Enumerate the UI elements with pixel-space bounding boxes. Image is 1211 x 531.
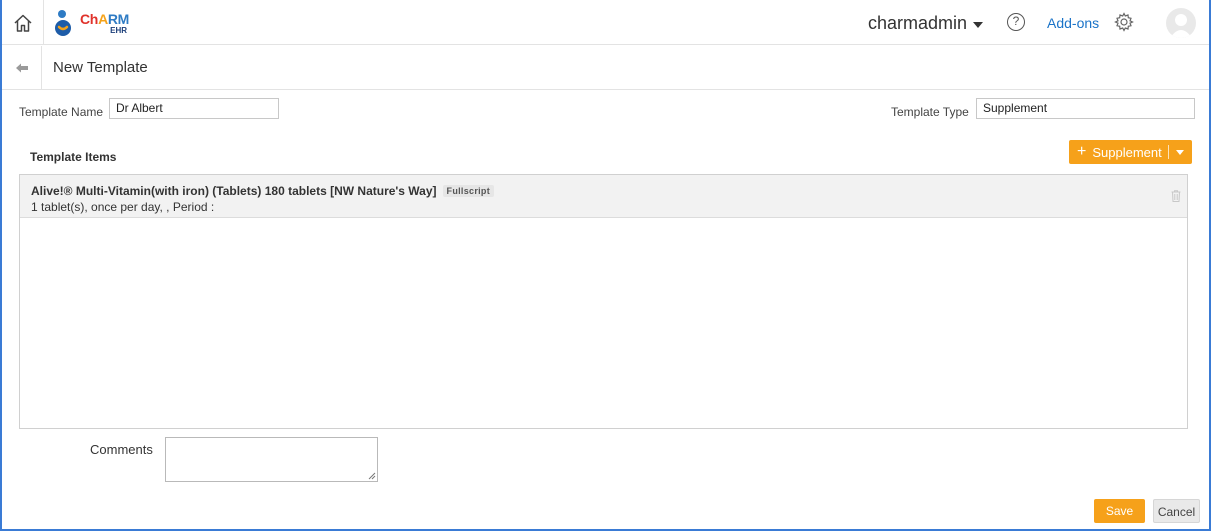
item-dosage: 1 tablet(s), once per day, , Period :	[31, 200, 215, 214]
comments-label: Comments	[90, 442, 153, 457]
comments-textarea[interactable]	[165, 437, 378, 482]
avatar[interactable]	[1166, 8, 1196, 38]
user-name: charmadmin	[868, 13, 968, 33]
save-button[interactable]: Save	[1094, 499, 1145, 523]
logo-text-rm: RM	[107, 10, 130, 27]
page-title: New Template	[53, 59, 148, 76]
top-navbar: ChARM EHR charmadmin ? Add-ons	[2, 0, 1209, 45]
add-supplement-button[interactable]: + Supplement	[1069, 140, 1192, 164]
charm-ehr-logo[interactable]: ChARM EHR	[52, 8, 129, 38]
cancel-button[interactable]: Cancel	[1153, 499, 1200, 523]
page-header: New Template	[2, 46, 1209, 90]
item-name: Alive!® Multi-Vitamin(with iron) (Tablet…	[31, 184, 437, 198]
trash-icon[interactable]	[1171, 190, 1181, 202]
addons-link[interactable]: Add-ons	[1047, 15, 1099, 31]
list-item[interactable]: Alive!® Multi-Vitamin(with iron) (Tablet…	[20, 175, 1187, 218]
user-avatar-icon	[1170, 14, 1192, 38]
arrow-left-icon	[15, 63, 28, 72]
home-button[interactable]	[2, 0, 44, 45]
logo-text-a: A	[98, 10, 108, 27]
template-items-title: Template Items	[30, 150, 117, 164]
help-icon[interactable]: ?	[1007, 13, 1025, 31]
logo-figure-icon	[55, 10, 71, 36]
home-icon	[13, 14, 32, 32]
item-title: Alive!® Multi-Vitamin(with iron) (Tablet…	[31, 184, 495, 198]
template-name-label: Template Name	[19, 105, 104, 119]
plus-icon: +	[1077, 143, 1087, 160]
logo-text-ch: Ch	[80, 10, 99, 27]
button-divider	[1167, 145, 1169, 159]
back-button[interactable]	[2, 46, 42, 89]
gear-icon[interactable]	[1114, 12, 1134, 32]
logo-subtext: EHR	[110, 25, 128, 35]
chevron-down-icon	[973, 22, 984, 28]
template-items-list: Alive!® Multi-Vitamin(with iron) (Tablet…	[19, 174, 1188, 429]
user-menu[interactable]: charmadmin	[868, 13, 984, 34]
template-type-input[interactable]: Supplement	[976, 98, 1195, 119]
resize-grip-icon[interactable]	[367, 471, 376, 480]
template-type-label: Template Type	[891, 105, 969, 119]
source-badge: Fullscript	[442, 185, 495, 197]
template-name-input[interactable]: Dr Albert	[109, 98, 279, 119]
add-supplement-label: Supplement	[1092, 144, 1162, 160]
chevron-down-icon[interactable]	[1175, 149, 1184, 155]
